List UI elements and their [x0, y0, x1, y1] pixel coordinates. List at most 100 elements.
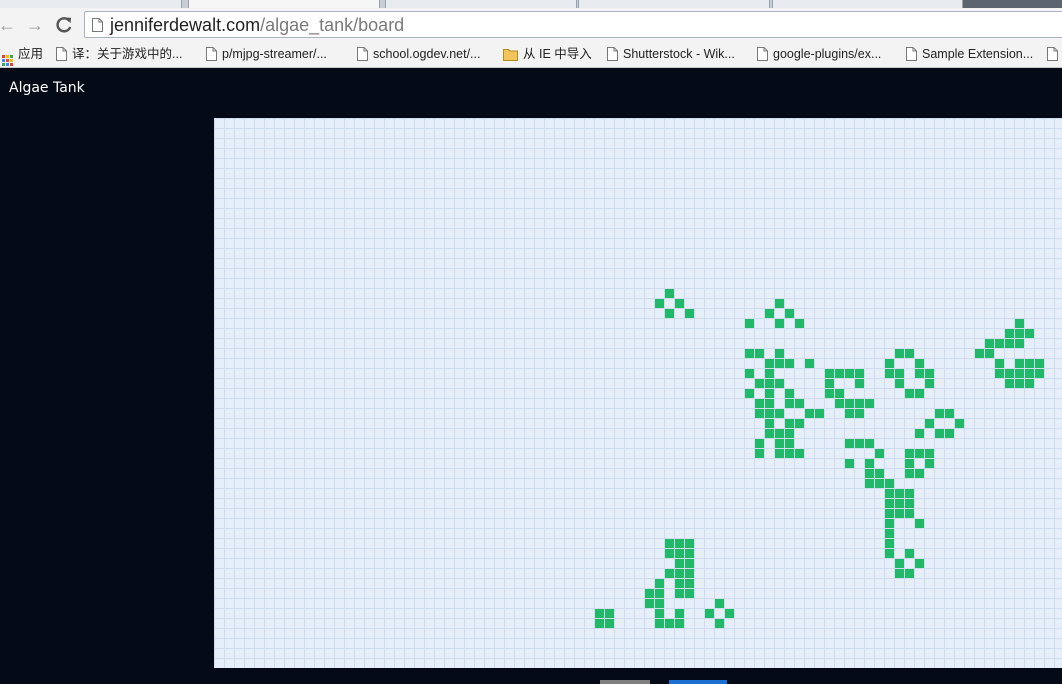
live-cell[interactable] [875, 479, 884, 488]
live-cell[interactable] [655, 299, 664, 308]
live-cell[interactable] [665, 539, 674, 548]
live-cell[interactable] [935, 409, 944, 418]
live-cell[interactable] [665, 549, 674, 558]
live-cell[interactable] [1035, 369, 1044, 378]
browser-tab[interactable] [772, 0, 964, 8]
live-cell[interactable] [895, 379, 904, 388]
live-cell[interactable] [785, 439, 794, 448]
address-bar[interactable]: jenniferdewalt.com/algae_tank/board [84, 11, 1062, 38]
live-cell[interactable] [665, 569, 674, 578]
live-cell[interactable] [915, 449, 924, 458]
live-cell[interactable] [765, 309, 774, 318]
live-cell[interactable] [865, 399, 874, 408]
live-cell[interactable] [875, 449, 884, 458]
live-cell[interactable] [915, 469, 924, 478]
live-cell[interactable] [675, 619, 684, 628]
live-cell[interactable] [895, 489, 904, 498]
new-tab-button[interactable] [962, 0, 1062, 8]
live-cell[interactable] [995, 369, 1004, 378]
live-cell[interactable] [1005, 339, 1014, 348]
live-cell[interactable] [665, 619, 674, 628]
live-cell[interactable] [985, 339, 994, 348]
live-cell[interactable] [915, 369, 924, 378]
live-cell[interactable] [775, 429, 784, 438]
live-cell[interactable] [845, 409, 854, 418]
live-cell[interactable] [885, 499, 894, 508]
live-cell[interactable] [755, 349, 764, 358]
live-cell[interactable] [655, 599, 664, 608]
live-cell[interactable] [675, 609, 684, 618]
live-cell[interactable] [905, 469, 914, 478]
live-cell[interactable] [755, 399, 764, 408]
live-cell[interactable] [675, 549, 684, 558]
live-cell[interactable] [775, 349, 784, 358]
live-cell[interactable] [815, 409, 824, 418]
live-cell[interactable] [765, 389, 774, 398]
live-cell[interactable] [995, 339, 1004, 348]
live-cell[interactable] [895, 559, 904, 568]
live-cell[interactable] [825, 389, 834, 398]
live-cell[interactable] [905, 459, 914, 468]
bookmark-item[interactable]: school.ogdev.net/... [357, 45, 480, 63]
live-cell[interactable] [765, 369, 774, 378]
live-cell[interactable] [915, 429, 924, 438]
live-cell[interactable] [915, 389, 924, 398]
live-cell[interactable] [765, 409, 774, 418]
live-cell[interactable] [605, 619, 614, 628]
live-cell[interactable] [845, 439, 854, 448]
live-cell[interactable] [715, 599, 724, 608]
live-cell[interactable] [785, 419, 794, 428]
live-cell[interactable] [775, 409, 784, 418]
browser-tab[interactable] [578, 0, 770, 8]
live-cell[interactable] [835, 399, 844, 408]
live-cell[interactable] [1025, 379, 1034, 388]
board-grid[interactable] [214, 118, 1062, 668]
live-cell[interactable] [775, 299, 784, 308]
live-cell[interactable] [675, 579, 684, 588]
live-cell[interactable] [845, 459, 854, 468]
live-cell[interactable] [875, 469, 884, 478]
live-cell[interactable] [905, 449, 914, 458]
live-cell[interactable] [715, 619, 724, 628]
browser-tab[interactable] [0, 0, 182, 8]
live-cell[interactable] [905, 349, 914, 358]
bookmark-item[interactable]: Shutterstock - Wik... [607, 45, 735, 63]
live-cell[interactable] [905, 389, 914, 398]
live-cell[interactable] [885, 359, 894, 368]
live-cell[interactable] [795, 399, 804, 408]
live-cell[interactable] [905, 489, 914, 498]
live-cell[interactable] [1005, 379, 1014, 388]
live-cell[interactable] [915, 559, 924, 568]
live-cell[interactable] [775, 319, 784, 328]
live-cell[interactable] [795, 449, 804, 458]
live-cell[interactable] [895, 499, 904, 508]
live-cell[interactable] [825, 369, 834, 378]
live-cell[interactable] [655, 579, 664, 588]
live-cell[interactable] [955, 419, 964, 428]
live-cell[interactable] [845, 399, 854, 408]
bookmark-item[interactable]: p/mjpg-streamer/... [206, 45, 327, 63]
live-cell[interactable] [685, 549, 694, 558]
live-cell[interactable] [925, 449, 934, 458]
live-cell[interactable] [765, 399, 774, 408]
live-cell[interactable] [785, 429, 794, 438]
live-cell[interactable] [795, 419, 804, 428]
live-cell[interactable] [855, 379, 864, 388]
live-cell[interactable] [745, 319, 754, 328]
live-cell[interactable] [755, 439, 764, 448]
live-cell[interactable] [755, 409, 764, 418]
live-cell[interactable] [745, 389, 754, 398]
live-cell[interactable] [915, 359, 924, 368]
control-button-blue[interactable] [669, 680, 727, 684]
live-cell[interactable] [785, 449, 794, 458]
live-cell[interactable] [775, 449, 784, 458]
live-cell[interactable] [685, 309, 694, 318]
live-cell[interactable] [765, 419, 774, 428]
bookmark-item[interactable]: 译：关于游戏中的... [56, 45, 182, 63]
url-text[interactable]: jenniferdewalt.com/algae_tank/board [110, 15, 404, 36]
live-cell[interactable] [675, 299, 684, 308]
live-cell[interactable] [905, 569, 914, 578]
live-cell[interactable] [1025, 329, 1034, 338]
live-cell[interactable] [785, 309, 794, 318]
live-cell[interactable] [595, 609, 604, 618]
